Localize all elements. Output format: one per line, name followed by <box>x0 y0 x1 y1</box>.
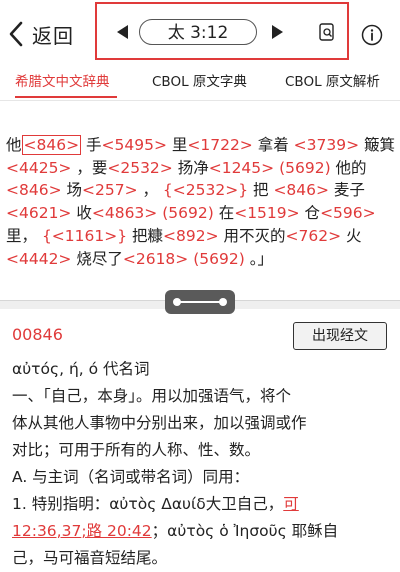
verse-line: <4442> 烧尽了<2618> (5692) 。」 <box>6 248 398 271</box>
tab-cbol-parsing[interactable]: CBOL 原文解析 <box>285 70 380 90</box>
verse-word: ，要 <box>71 158 108 177</box>
tense-code[interactable]: (5692) <box>162 204 214 222</box>
book-search-icon[interactable] <box>317 22 337 42</box>
verse-reference-selector[interactable]: 太 3:12 <box>139 19 257 45</box>
triangle-left-icon <box>117 25 128 39</box>
info-icon[interactable] <box>361 24 383 46</box>
verse-word: 烧尽了 <box>71 249 123 268</box>
scripture-link[interactable]: 可 <box>283 495 299 513</box>
dictionary-tabs: 希腊文中文辞典 CBOL 原文字典 CBOL 原文解析 <box>0 64 400 100</box>
handle-dot <box>219 298 227 306</box>
verse-word: 他的 <box>330 158 367 177</box>
tense-code[interactable]: (5692) <box>193 250 245 268</box>
verse-line: <4425> ，要<2532> 扬净<1245> (5692) 他的 <box>6 157 398 180</box>
verse-word: 里 <box>166 136 188 154</box>
strong-number[interactable]: <2532> <box>107 159 172 177</box>
tab-cbol-lexicon[interactable]: CBOL 原文字典 <box>152 70 247 90</box>
verse-word: 仓 <box>299 204 321 223</box>
strong-number[interactable]: {<1161>} <box>42 227 127 245</box>
verse-word: 火 <box>341 226 362 245</box>
definition-text: αὐτός, ή, ό 代名词 一、「自己，本身」。用以加强语气，将个 体从其他… <box>12 356 392 572</box>
previous-chapter-button[interactable] <box>113 22 133 42</box>
triangle-right-icon <box>272 25 283 39</box>
verse-word: 收 <box>71 204 92 223</box>
verse-text: 他 <846> 手<5495> 里<1722> 拿着 <3739> 簸箕 <442… <box>6 134 398 270</box>
strong-number[interactable]: <762> <box>286 227 342 245</box>
verse-word: 场 <box>61 181 82 200</box>
strong-number[interactable]: <2618> <box>123 250 188 268</box>
next-chapter-button[interactable] <box>267 22 287 42</box>
strong-number[interactable]: <1519> <box>234 204 299 222</box>
verse-word: 把糠 <box>127 226 164 245</box>
chevron-left-icon <box>8 21 24 47</box>
reference-navigator: 太 3:12 <box>95 2 349 60</box>
definition-line: 己，马可福音短结尾。 <box>12 549 168 567</box>
verse-word: 麦子 <box>329 181 365 200</box>
strong-number[interactable]: <846> <box>6 181 62 199</box>
verse-word: 簸箕 <box>359 136 396 154</box>
strong-number[interactable]: <257> <box>82 181 138 199</box>
entry-number: 00846 <box>12 325 63 344</box>
strong-number[interactable]: <846> <box>273 181 329 199</box>
tabs-divider <box>0 100 400 101</box>
strong-number[interactable]: <4425> <box>6 159 71 177</box>
strong-number[interactable]: <892> <box>163 227 219 245</box>
definition-line: 12:36,37;路 20:42；αὐτὸς ὁ Ἰησοῦς 耶稣自 <box>12 518 392 545</box>
strong-number[interactable]: <4863> <box>92 204 157 222</box>
definition-line: 体从其他人事物中分别出来，加以强调或作 <box>12 414 307 432</box>
top-bar: 返回 太 3:12 <box>0 0 400 64</box>
verse-word: 手 <box>81 136 102 154</box>
active-tab-indicator <box>15 96 117 98</box>
verse-word: 在 <box>213 204 235 223</box>
back-button[interactable]: 返回 <box>8 18 74 50</box>
back-label: 返回 <box>32 23 74 48</box>
verse-line: <846> 场<257> ， {<2532>} 把 <846> 麦子 <box>6 179 398 202</box>
verse-line: 他 <846> 手<5495> 里<1722> 拿着 <3739> 簸箕 <box>6 134 398 157</box>
verse-word: 拿着 <box>252 136 294 154</box>
strong-number[interactable]: <846> <box>21 135 82 155</box>
verse-word: 。」 <box>244 249 273 268</box>
strong-number[interactable]: <1245> <box>209 159 274 177</box>
scripture-link[interactable]: 12:36,37 <box>12 522 81 540</box>
handle-bar <box>177 301 223 303</box>
definition-line: 1. 特别指明：αὐτὸς Δαυίδ大卫自己，可 <box>12 491 392 518</box>
verse-word: 他 <box>6 136 22 154</box>
tense-code[interactable]: (5692) <box>279 159 331 177</box>
strong-number[interactable]: <4621> <box>6 204 71 222</box>
verse-word: 里， <box>6 226 42 245</box>
handle-dot <box>173 298 181 306</box>
strong-number[interactable]: <3739> <box>294 136 359 154</box>
verse-word: 把 <box>248 181 274 200</box>
scripture-link[interactable]: 路 20:42 <box>87 522 152 540</box>
strong-number[interactable]: <596> <box>320 204 376 222</box>
strong-number[interactable]: <1722> <box>187 136 252 154</box>
definition-text-span: 1. 特别指明：αὐτὸς Δαυίδ大卫自己， <box>12 495 284 513</box>
verse-line: 里， {<1161>} 把糠<892> 用不灭的<762> 火 <box>6 225 398 248</box>
tab-greek-chinese-dictionary[interactable]: 希腊文中文辞典 <box>15 70 110 90</box>
strong-number[interactable]: {<2532>} <box>163 181 248 199</box>
drag-handle[interactable] <box>165 290 235 314</box>
verse-word: 扬净 <box>172 158 209 177</box>
verse-line: <4621> 收<4863> (5692) 在<1519> 仓<596> <box>6 202 398 225</box>
verse-word: 用不灭的 <box>218 226 286 245</box>
occurrences-button[interactable]: 出现经文 <box>293 322 387 350</box>
lemma-line: αὐτός, ή, ό 代名词 <box>12 360 150 378</box>
strong-number[interactable]: <5495> <box>102 136 167 154</box>
verse-word: ， <box>137 181 163 200</box>
definition-text-span: ；αὐτὸς ὁ Ἰησοῦς 耶稣自 <box>151 522 339 540</box>
definition-line: A. 与主词（名词或带名词）同用： <box>12 468 250 486</box>
definition-line: 一、「自己，本身」。用以加强语气，将个 <box>12 387 292 405</box>
strong-number[interactable]: <4442> <box>6 250 71 268</box>
definition-line: 对比；可用于所有的人称、性、数。 <box>12 441 261 459</box>
